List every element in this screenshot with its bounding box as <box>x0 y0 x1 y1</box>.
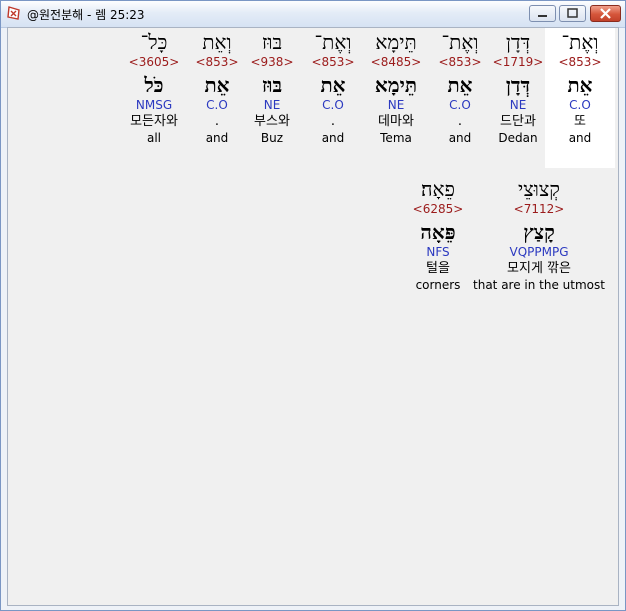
korean-gloss: . <box>330 114 336 129</box>
lemma: תֵּימָא <box>374 73 418 97</box>
strong-number[interactable]: <3605> <box>119 54 189 70</box>
minimize-button[interactable] <box>529 5 556 22</box>
english-gloss: Tema <box>380 131 412 145</box>
strong-number[interactable]: <853> <box>182 54 252 70</box>
word-block[interactable]: קְצוּצֵי <7112> קָצַץ VQPPMPG 모지게 깎은 tha… <box>472 175 606 293</box>
korean-gloss: 모든자와 <box>130 114 178 129</box>
lemma: אֵת <box>447 73 473 97</box>
lemma: פֵּאָה <box>420 220 456 244</box>
strong-number[interactable]: <853> <box>425 54 495 70</box>
window-title: @원전분해 - 렘 25:23 <box>27 8 145 22</box>
lemma: אֵת <box>204 73 230 97</box>
word-block[interactable]: פֵאָה׃ <6285> פֵּאָה NFS 털을 corners <box>403 175 473 293</box>
korean-gloss: 데마와 <box>378 114 414 129</box>
korean-gloss: . <box>457 114 463 129</box>
parsing-code: NFS <box>426 245 450 259</box>
parsing-code: VQPPMPG <box>509 245 569 259</box>
hebrew-word: קְצוּצֵי <box>517 177 561 201</box>
english-gloss: and <box>568 131 592 145</box>
english-gloss: and <box>205 131 229 145</box>
english-gloss: all <box>146 131 162 145</box>
minimize-icon <box>538 15 547 17</box>
parsing-code: C.O <box>449 98 471 112</box>
lemma: כֹּל <box>144 73 164 97</box>
strong-number[interactable]: <6285> <box>403 201 473 217</box>
close-button[interactable] <box>590 5 621 22</box>
hebrew-word: וְאֶת־ <box>314 30 352 54</box>
word-block[interactable]: תֵּימָא <8485> תֵּימָא NE 데마와 Tema <box>361 28 431 146</box>
parsing-code: NMSG <box>135 98 173 112</box>
hebrew-word: וְאֵת <box>202 30 232 54</box>
parsing-code: C.O <box>569 98 591 112</box>
parsing-code: NE <box>387 98 405 112</box>
korean-gloss: 털을 <box>426 261 450 276</box>
hebrew-word: פֵאָה׃ <box>421 177 455 201</box>
strong-number[interactable]: <853> <box>298 54 368 70</box>
hebrew-word: תֵּימָא <box>375 30 417 54</box>
app-window: @원전분해 - 렘 25:23 וְאֶת־ <853> אֵת C.O 또 a… <box>0 0 626 611</box>
word-block[interactable]: וְאֶת־ <853> אֵת C.O . and <box>298 28 368 146</box>
english-gloss: and <box>448 131 472 145</box>
parsing-code: C.O <box>322 98 344 112</box>
english-gloss: and <box>321 131 345 145</box>
maximize-button[interactable] <box>559 5 586 22</box>
word-block[interactable]: וְאֵת <853> אֵת C.O . and <box>182 28 252 146</box>
korean-gloss: 모지게 깎은 <box>507 261 571 276</box>
maximize-icon <box>567 8 578 18</box>
english-gloss: that are in the utmost <box>473 278 605 292</box>
title-bar[interactable]: @원전분해 - 렘 25:23 <box>1 1 625 28</box>
korean-gloss: . <box>214 114 220 129</box>
hebrew-word: וְאֶת־ <box>441 30 479 54</box>
hebrew-word: כָּל־ <box>140 30 168 54</box>
word-block[interactable]: כָּל־ <3605> כֹּל NMSG 모든자와 all <box>119 28 189 146</box>
strong-number[interactable]: <853> <box>545 54 615 70</box>
strong-number[interactable]: <8485> <box>361 54 431 70</box>
lemma: קָצַץ <box>523 220 555 244</box>
lemma: אֵת <box>320 73 346 97</box>
word-block[interactable]: וְאֶת־ <853> אֵת C.O . and <box>425 28 495 146</box>
english-gloss: corners <box>415 278 461 292</box>
strong-number[interactable]: <7112> <box>472 201 606 217</box>
hebrew-word: וְאֶת־ <box>561 30 599 54</box>
lemma: אֵת <box>567 73 593 97</box>
app-logo-icon <box>7 6 20 20</box>
close-icon <box>600 8 611 19</box>
korean-gloss: 또 <box>574 114 586 129</box>
word-block[interactable]: וְאֶת־ <853> אֵת C.O 또 and <box>545 28 615 168</box>
parsing-code: C.O <box>206 98 228 112</box>
analysis-panel: וְאֶת־ <853> אֵת C.O 또 and דְּדָן <1719>… <box>7 27 619 606</box>
